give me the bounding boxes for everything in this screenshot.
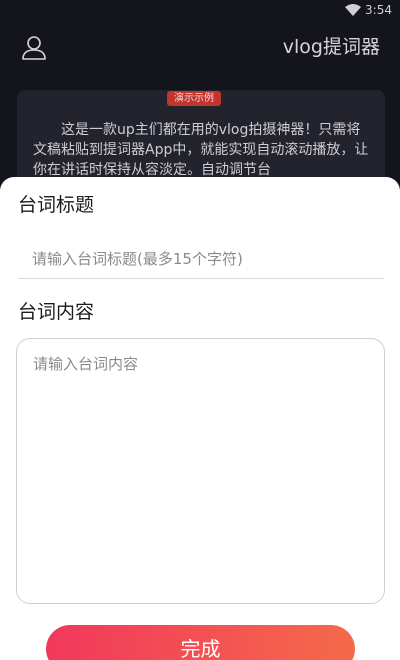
app-header: vlog提词器 [0, 22, 400, 74]
content-input[interactable] [16, 338, 385, 604]
status-time: 3:54 [365, 3, 392, 17]
status-bar: 3:54 [0, 0, 400, 22]
script-form-sheet: 台词标题 台词内容 完成 [0, 177, 400, 660]
title-label: 台词标题 [18, 194, 95, 216]
app-title: vlog提词器 [282, 36, 380, 58]
content-label: 台词内容 [18, 301, 95, 323]
title-input[interactable] [18, 239, 384, 279]
wifi-icon [345, 4, 362, 16]
status-icons: 3:54 [345, 3, 392, 17]
user-icon[interactable] [21, 35, 47, 61]
done-button[interactable]: 完成 [46, 625, 355, 660]
demo-badge: 演示示例 [167, 91, 221, 106]
demo-text: 这是一款up主们都在用的vlog拍摄神器！只需将文稿粘贴到提词器App中，就能实… [33, 122, 369, 178]
